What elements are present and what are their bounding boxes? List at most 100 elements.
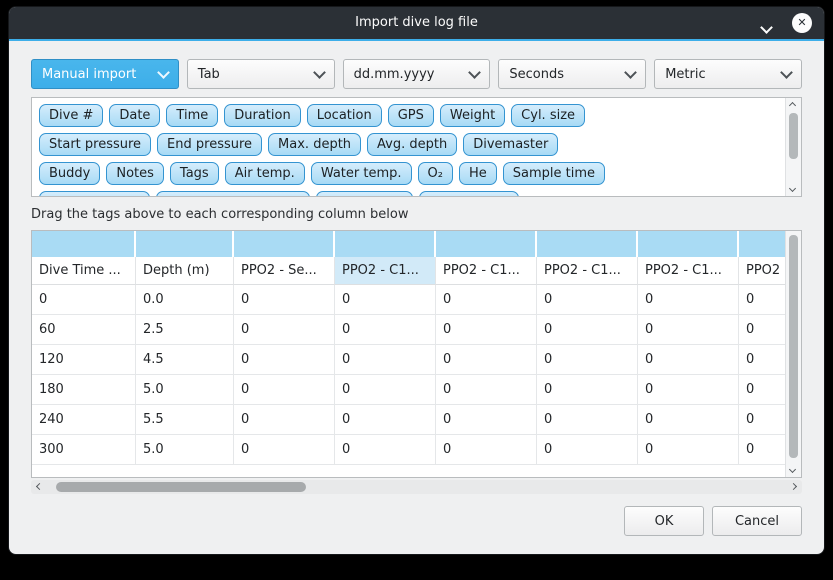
import-mode-value: Manual import [42, 67, 136, 82]
table-cell: 0 [335, 375, 436, 405]
field-tag[interactable]: Divemaster [463, 133, 558, 156]
table-cell: 0 [234, 315, 335, 345]
scroll-left-icon[interactable] [36, 483, 43, 490]
tag-row: Start pressure End pressure Max. depth Avg.… [39, 133, 799, 156]
date-format-select[interactable]: dd.mm.yyyy [343, 59, 491, 89]
column-drop-target[interactable] [638, 231, 739, 257]
column-header[interactable]: PPO2 [739, 257, 786, 285]
column-drop-target[interactable] [436, 231, 537, 257]
table-cell: 0 [436, 435, 537, 465]
field-tag[interactable]: Time [166, 104, 218, 127]
units-system-value: Metric [665, 67, 705, 82]
scroll-down-icon[interactable] [789, 185, 796, 192]
chevron-down-icon[interactable] [762, 17, 776, 31]
dialog-buttons: OK Cancel [31, 506, 802, 536]
scrollbar-thumb[interactable] [789, 235, 798, 458]
table-cell: 0 [436, 345, 537, 375]
table-cell: 0 [537, 315, 638, 345]
field-tag[interactable]: GPS [388, 104, 434, 127]
field-tag[interactable]: Air temp. [225, 162, 305, 185]
field-tag[interactable]: He [459, 162, 497, 185]
field-tag[interactable]: Weight [440, 104, 505, 127]
field-tag[interactable]: Water temp. [311, 162, 412, 185]
table-scrollbar[interactable] [785, 231, 801, 477]
tag-panel-scrollbar[interactable] [785, 98, 801, 196]
field-tag[interactable]: Max. depth [268, 133, 361, 156]
column-drop-row [32, 231, 786, 257]
column-header[interactable]: PPO2 - Se... [234, 257, 335, 285]
column-drop-target[interactable] [739, 231, 786, 257]
field-tag[interactable]: Buddy [39, 162, 100, 185]
table-cell: 180 [32, 375, 136, 405]
table-cell: 0 [638, 315, 739, 345]
field-tag[interactable]: Duration [224, 104, 300, 127]
column-header[interactable]: PPO2 - C1... [335, 257, 436, 285]
scroll-down-icon[interactable] [789, 466, 796, 473]
ok-button[interactable]: OK [624, 506, 704, 536]
field-tag[interactable]: Cyl. size [511, 104, 585, 127]
field-tag[interactable]: Dive # [39, 104, 103, 127]
field-tag[interactable]: Location [307, 104, 382, 127]
field-tag[interactable]: Date [109, 104, 160, 127]
table-columns: Dive Time ...Depth (m)PPO2 - Se...PPO2 -… [32, 231, 786, 477]
column-header[interactable]: Depth (m) [136, 257, 234, 285]
table-cell: 0.0 [136, 285, 234, 315]
field-tag[interactable]: Sample temperature [156, 191, 311, 197]
field-tag[interactable]: Notes [106, 162, 164, 185]
column-header[interactable]: Dive Time ... [32, 257, 136, 285]
table-row: 1204.5000000 [32, 345, 786, 375]
field-separator-select[interactable]: Tab [187, 59, 335, 89]
chevron-down-icon [469, 66, 482, 79]
scroll-up-icon[interactable] [789, 102, 796, 109]
units-system-select[interactable]: Metric [654, 59, 802, 89]
field-tag[interactable]: Start pressure [39, 133, 151, 156]
column-header[interactable]: PPO2 - C1... [537, 257, 638, 285]
chevron-down-icon [780, 66, 793, 79]
close-icon[interactable]: ✕ [792, 13, 812, 33]
field-tag[interactable]: Sample CNS [419, 191, 519, 197]
import-dive-log-dialog: Import dive log file ✕ Manual import Tab d… [8, 6, 825, 555]
table-cell: 0 [335, 315, 436, 345]
table-cell: 5.5 [136, 405, 234, 435]
table-cell: 0 [638, 405, 739, 435]
field-separator-value: Tab [198, 67, 220, 82]
table-cell: 2.5 [136, 315, 234, 345]
column-header[interactable]: PPO2 - C1... [638, 257, 739, 285]
field-tag[interactable]: Tags [170, 162, 219, 185]
table-cell: 0 [537, 405, 638, 435]
field-tag[interactable]: Sample time [503, 162, 605, 185]
titlebar[interactable]: Import dive log file ✕ [9, 7, 824, 39]
table-cell: 0 [739, 435, 786, 465]
import-mode-select[interactable]: Manual import [31, 59, 179, 89]
field-tag[interactable]: Avg. depth [367, 133, 457, 156]
tag-row: Dive # Date Time Duration Location GPS Weight C… [39, 104, 799, 127]
chevron-down-icon [624, 66, 637, 79]
column-drop-target[interactable] [136, 231, 234, 257]
table-cell: 0 [234, 345, 335, 375]
scrollbar-thumb[interactable] [789, 113, 798, 159]
table-cell: 0 [739, 285, 786, 315]
field-tag[interactable]: End pressure [157, 133, 262, 156]
field-tag[interactable]: O₂ [418, 162, 453, 185]
scrollbar-thumb[interactable] [56, 482, 306, 492]
table-cell: 0 [234, 285, 335, 315]
table-cell: 0 [537, 435, 638, 465]
field-tag[interactable]: Sample depth [39, 191, 150, 197]
column-drop-target[interactable] [32, 231, 136, 257]
table-cell: 300 [32, 435, 136, 465]
duration-format-select[interactable]: Seconds [498, 59, 646, 89]
table-cell: 0 [739, 375, 786, 405]
column-drop-target[interactable] [234, 231, 335, 257]
table-cell: 0 [638, 285, 739, 315]
cancel-button[interactable]: Cancel [712, 506, 802, 536]
table-cell: 0 [436, 315, 537, 345]
dialog-content: Manual importTabdd.mm.yyyySecondsMetric … [9, 59, 824, 536]
column-drop-target[interactable] [537, 231, 638, 257]
horizontal-scrollbar[interactable] [31, 480, 802, 494]
scroll-right-icon[interactable] [790, 483, 797, 490]
table-cell: 0 [436, 375, 537, 405]
column-header[interactable]: PPO2 - C1... [436, 257, 537, 285]
field-tag[interactable]: Sample pO₂ [316, 191, 413, 197]
table-row: 3005.0000000 [32, 435, 786, 465]
column-drop-target[interactable] [335, 231, 436, 257]
